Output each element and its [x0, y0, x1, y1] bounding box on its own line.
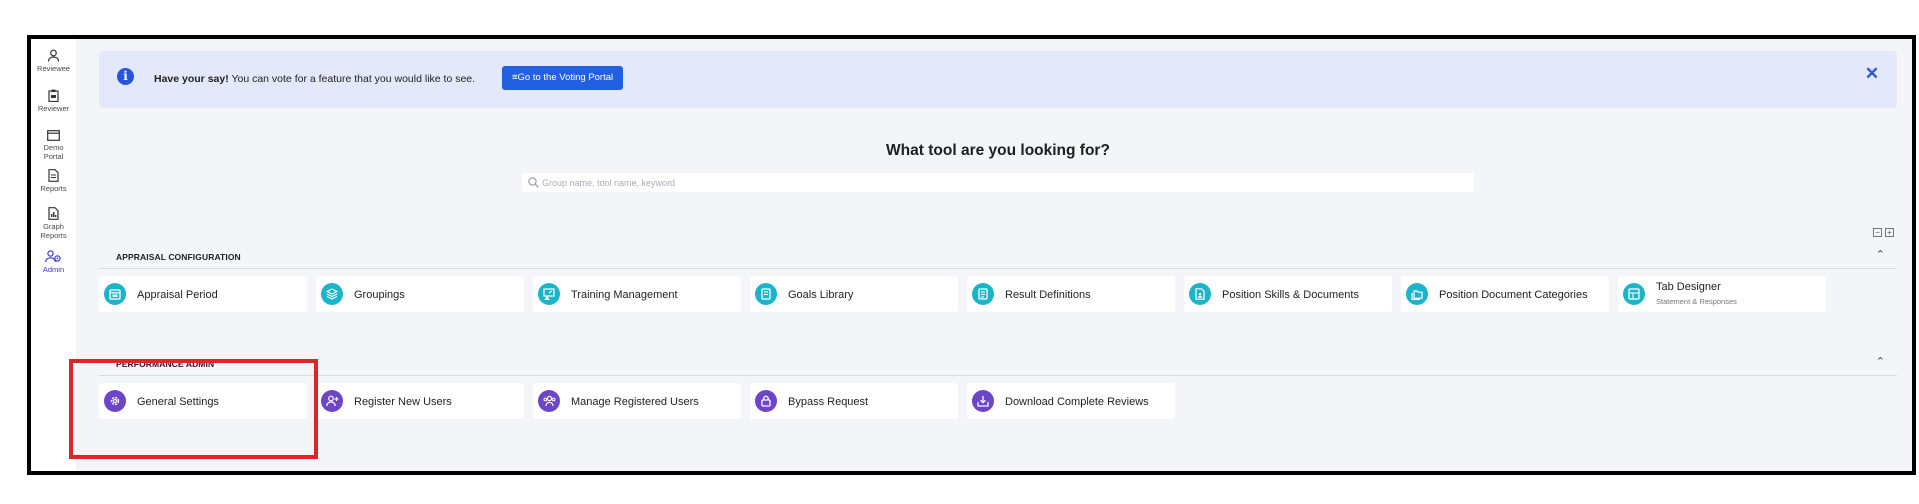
sidebar-item-label: Reviewer [37, 104, 70, 113]
tool-label: Bypass Request [788, 396, 869, 408]
tool-position-document-categories[interactable]: Position Document Categories [1401, 276, 1609, 312]
feature-vote-banner: i Have your say! You can vote for a feat… [99, 51, 1897, 108]
chart-file-icon [48, 207, 59, 220]
gear-icon [104, 390, 126, 412]
tool-label: Position Skills & Documents [1222, 289, 1359, 301]
calendar-icon [104, 283, 126, 305]
training-icon [538, 283, 560, 305]
tool-appraisal-period[interactable]: Appraisal Period [99, 276, 307, 312]
app-window: Reviewee Reviewer Demo Portal Reports Gr… [27, 35, 1916, 475]
tool-label: Manage Registered Users [571, 396, 699, 408]
sidebar-item-label: Reports [40, 231, 67, 240]
chevron-up-icon[interactable]: ⌃ [1876, 248, 1885, 261]
sidebar-item-label: Graph [43, 222, 64, 231]
tool-search [522, 173, 1474, 192]
tool-label: Register New Users [354, 396, 452, 408]
folders-icon [1406, 283, 1428, 305]
file-user-icon [1189, 283, 1211, 305]
sidebar-item-label: Admin [42, 265, 65, 274]
info-icon: i [117, 68, 134, 85]
sidebar-item-reviewer[interactable]: Reviewer [31, 89, 76, 113]
expand-all-icon[interactable]: + [1885, 228, 1894, 237]
search-input[interactable] [542, 173, 1462, 192]
tool-sublabel: Statement & Responses [1656, 297, 1737, 306]
clipboard-icon [48, 89, 59, 102]
window-icon [47, 130, 60, 141]
search-icon [528, 177, 539, 188]
banner-body-text: You can vote for a feature that you woul… [228, 73, 476, 85]
user-plus-icon [321, 390, 343, 412]
sidebar-item-graph-reports[interactable]: Graph Reports [31, 207, 76, 240]
expand-collapse-controls: − + [1873, 228, 1894, 237]
tool-label: General Settings [137, 396, 219, 408]
sidebar-item-label: Portal [43, 152, 64, 161]
sidebar-item-label: Reports [40, 184, 67, 193]
tool-label: Download Complete Reviews [1005, 396, 1149, 408]
section-divider [99, 375, 1897, 376]
banner-message: Have your say! You can vote for a featur… [154, 73, 475, 85]
tool-register-new-users[interactable]: Register New Users [316, 383, 524, 419]
tool-bypass-request[interactable]: Bypass Request [750, 383, 958, 419]
sidebar-item-admin[interactable]: Admin [31, 250, 76, 274]
users-icon [538, 390, 560, 412]
collapse-all-icon[interactable]: − [1873, 228, 1882, 237]
tool-label: Appraisal Period [137, 289, 218, 301]
download-icon [972, 390, 994, 412]
tool-label: Position Document Categories [1439, 289, 1588, 301]
tool-label: Training Management [571, 289, 678, 301]
tool-position-skills-documents[interactable]: Position Skills & Documents [1184, 276, 1392, 312]
banner-strong-text: Have your say! [154, 73, 229, 85]
section-divider [99, 268, 1897, 269]
sidebar: Reviewee Reviewer Demo Portal Reports Gr… [31, 39, 76, 471]
sidebar-item-reports[interactable]: Reports [31, 169, 76, 193]
tool-general-settings[interactable]: General Settings [99, 383, 307, 419]
chevron-up-icon[interactable]: ⌃ [1876, 355, 1885, 368]
section-title-appraisal-configuration: APPRAISAL CONFIGURATION [116, 252, 241, 262]
tool-tab-designer[interactable]: Tab Designer Statement & Responses [1618, 276, 1826, 312]
sidebar-item-label: Demo [43, 143, 64, 152]
layers-icon [321, 283, 343, 305]
tool-label: Tab Designer [1656, 281, 1721, 293]
tool-label: Groupings [354, 289, 405, 301]
section-title-performance-admin: PERFORMANCE ADMIN [116, 359, 215, 369]
sidebar-item-demo-portal[interactable]: Demo Portal [31, 130, 76, 161]
tool-result-definitions[interactable]: Result Definitions [967, 276, 1175, 312]
document-icon [48, 169, 59, 182]
list-doc-icon [972, 283, 994, 305]
tool-label: Goals Library [788, 289, 854, 301]
lock-icon [755, 390, 777, 412]
close-icon[interactable]: ✕ [1863, 65, 1881, 83]
search-title: What tool are you looking for? [886, 142, 1110, 159]
tool-goals-library[interactable]: Goals Library [750, 276, 958, 312]
table-icon [1623, 283, 1645, 305]
tool-manage-registered-users[interactable]: Manage Registered Users [533, 383, 741, 419]
book-icon [755, 283, 777, 305]
voting-portal-button[interactable]: ≡Go to the Voting Portal [502, 66, 624, 90]
tool-label: Result Definitions [1005, 289, 1091, 301]
admin-users-icon [45, 250, 61, 263]
tool-training-management[interactable]: Training Management [533, 276, 741, 312]
tool-groupings[interactable]: Groupings [316, 276, 524, 312]
tool-download-complete-reviews[interactable]: Download Complete Reviews [967, 383, 1175, 419]
user-icon [47, 49, 60, 62]
sidebar-item-label: Reviewee [37, 64, 70, 73]
sidebar-item-reviewee[interactable]: Reviewee [31, 49, 76, 73]
main-content: i Have your say! You can vote for a feat… [76, 39, 1912, 471]
